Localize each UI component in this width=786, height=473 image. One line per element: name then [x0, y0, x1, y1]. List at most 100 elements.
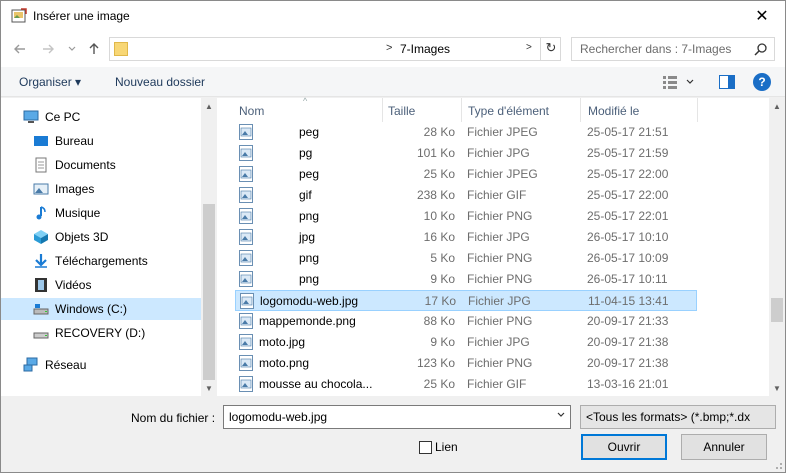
downloads-icon — [35, 254, 47, 268]
file-name: peg — [299, 167, 320, 181]
table-row[interactable]: png 10 Ko Fichier PNG 25-05-17 22:01 — [235, 206, 697, 227]
3d-objects-icon — [34, 230, 48, 244]
nav-item-documents[interactable]: Documents — [33, 154, 201, 176]
column-header-type[interactable]: Type d'élément — [468, 98, 549, 124]
recent-locations-button[interactable] — [63, 40, 81, 58]
column-header-name[interactable]: Nom — [239, 98, 264, 124]
file-modified: 25-05-17 22:00 — [587, 167, 669, 181]
file-type-filter[interactable]: <Tous les formats> (*.bmp;*.dx — [580, 405, 776, 429]
image-file-icon — [239, 145, 253, 161]
drive-c-icon — [33, 304, 49, 315]
column-divider[interactable] — [382, 98, 383, 122]
dialog-footer: Nom du fichier : <Tous les formats> (*.b… — [1, 396, 785, 472]
nav-item-videos[interactable]: Vidéos — [33, 274, 201, 296]
chevron-down-icon — [68, 46, 76, 51]
table-row[interactable]: logomodu-web.jpg 17 Ko Fichier JPG 11-04-15… — [235, 290, 697, 311]
nav-item-objets-3d[interactable]: Objets 3D — [33, 226, 201, 248]
column-divider[interactable] — [461, 98, 462, 122]
up-button[interactable] — [85, 40, 103, 58]
filename-combobox[interactable] — [223, 405, 571, 429]
search-icon — [754, 43, 767, 56]
column-header-modified[interactable]: Modifié le — [588, 98, 639, 124]
nav-scroll-thumb[interactable] — [203, 204, 215, 380]
table-row[interactable]: moto.png 123 Ko Fichier PNG 20-09-17 21:38 — [235, 353, 697, 374]
table-row[interactable]: peg 25 Ko Fichier JPEG 25-05-17 22:00 — [235, 164, 697, 185]
file-type: Fichier JPEG — [467, 167, 538, 181]
cancel-button[interactable]: Annuler — [681, 434, 767, 460]
table-row[interactable]: jpg 16 Ko Fichier JPG 26-05-17 10:10 — [235, 227, 697, 248]
image-file-icon — [239, 271, 253, 287]
refresh-icon[interactable]: ↻ — [543, 40, 559, 56]
nav-item-bureau[interactable]: Bureau — [33, 130, 201, 152]
address-dropdown-icon[interactable]: > — [526, 42, 532, 53]
forward-button[interactable] — [39, 40, 57, 58]
file-scroll-thumb[interactable] — [771, 298, 783, 322]
search-box[interactable] — [571, 37, 775, 61]
nav-item-images[interactable]: Images — [33, 178, 201, 200]
nav-item-recovery-d[interactable]: RECOVERY (D:) — [33, 322, 201, 344]
nav-item-ce-pc[interactable]: Ce PC — [23, 106, 201, 128]
column-divider[interactable] — [697, 98, 698, 122]
address-bar[interactable]: > 7-Images > ↻ — [109, 37, 561, 61]
nav-scrollbar[interactable]: ▲ ▼ — [201, 98, 217, 396]
open-button[interactable]: Ouvrir — [581, 434, 667, 460]
image-file-icon — [239, 376, 253, 392]
file-size: 9 Ko — [430, 272, 455, 286]
image-file-icon — [239, 124, 253, 140]
nav-item-musique[interactable]: Musique — [33, 202, 201, 224]
file-list-scrollbar[interactable]: ▲ ▼ — [769, 98, 785, 396]
table-row[interactable]: mousse au chocola... 25 Ko Fichier GIF 13-0… — [235, 374, 697, 395]
search-input[interactable] — [572, 38, 752, 60]
file-name: moto.jpg — [259, 335, 306, 349]
image-file-icon — [240, 293, 254, 309]
table-row[interactable]: png 9 Ko Fichier PNG 26-05-17 10:11 — [235, 269, 697, 290]
table-row[interactable]: mappemonde.png 88 Ko Fichier PNG 20-09-17 2… — [235, 311, 697, 332]
file-type: Fichier PNG — [467, 272, 533, 286]
scroll-up-icon[interactable]: ▲ — [769, 98, 785, 114]
file-modified: 13-03-16 21:01 — [587, 377, 669, 391]
file-type: Fichier GIF — [467, 188, 527, 202]
table-row[interactable]: peg 28 Ko Fichier JPEG 25-05-17 21:51 — [235, 122, 697, 143]
arrow-up-icon — [89, 43, 99, 54]
table-row[interactable]: moto.jpg 9 Ko Fichier JPG 20-09-17 21:38 — [235, 332, 697, 353]
checkbox-box[interactable] — [419, 440, 432, 454]
chevron-down-icon[interactable] — [556, 410, 566, 420]
scroll-down-icon[interactable]: ▼ — [201, 380, 217, 396]
file-size: 123 Ko — [416, 356, 455, 370]
filename-input[interactable] — [224, 406, 544, 428]
column-header-size[interactable]: Taille — [388, 98, 415, 124]
breadcrumb-separator-icon[interactable]: > — [386, 42, 392, 54]
file-modified: 20-09-17 21:38 — [587, 356, 669, 370]
close-button[interactable]: ✕ — [739, 1, 785, 31]
help-icon[interactable]: ? — [753, 73, 771, 91]
nav-item-telechargements[interactable]: Téléchargements — [33, 250, 201, 272]
image-file-icon — [239, 166, 253, 182]
table-row[interactable]: png 5 Ko Fichier PNG 26-05-17 10:09 — [235, 248, 697, 269]
nav-item-windows-c[interactable]: Windows (C:) — [1, 298, 201, 320]
preview-pane-icon[interactable] — [719, 75, 735, 89]
image-file-icon — [239, 229, 253, 245]
file-modified: 25-05-17 22:00 — [587, 188, 669, 202]
scroll-up-icon[interactable]: ▲ — [201, 98, 217, 114]
view-options-icon[interactable] — [663, 75, 695, 89]
table-row[interactable]: pg 101 Ko Fichier JPG 25-05-17 21:59 — [235, 143, 697, 164]
resize-grip-icon[interactable] — [773, 460, 783, 470]
column-divider[interactable] — [580, 98, 581, 122]
back-button[interactable] — [11, 40, 29, 58]
filename-label: Nom du fichier : — [131, 411, 216, 425]
breadcrumb-current[interactable]: 7-Images — [400, 42, 450, 56]
file-modified: 25-05-17 21:59 — [587, 146, 669, 160]
music-icon — [36, 206, 46, 220]
new-folder-button[interactable]: Nouveau dossier — [115, 75, 205, 89]
drive-d-icon — [33, 332, 49, 339]
file-name: gif — [299, 188, 312, 202]
table-row[interactable]: gif 238 Ko Fichier GIF 25-05-17 22:00 — [235, 185, 697, 206]
nav-item-reseau[interactable]: Réseau — [23, 354, 201, 376]
file-list: Nom ^ Taille Type d'élément Modifié le p… — [217, 96, 785, 396]
file-size: 16 Ko — [423, 230, 455, 244]
image-file-icon — [239, 334, 253, 350]
image-file-icon — [239, 187, 253, 203]
organize-button[interactable]: Organiser ▾ — [19, 75, 81, 89]
scroll-down-icon[interactable]: ▼ — [769, 380, 785, 396]
link-checkbox[interactable]: Lien — [419, 440, 458, 454]
